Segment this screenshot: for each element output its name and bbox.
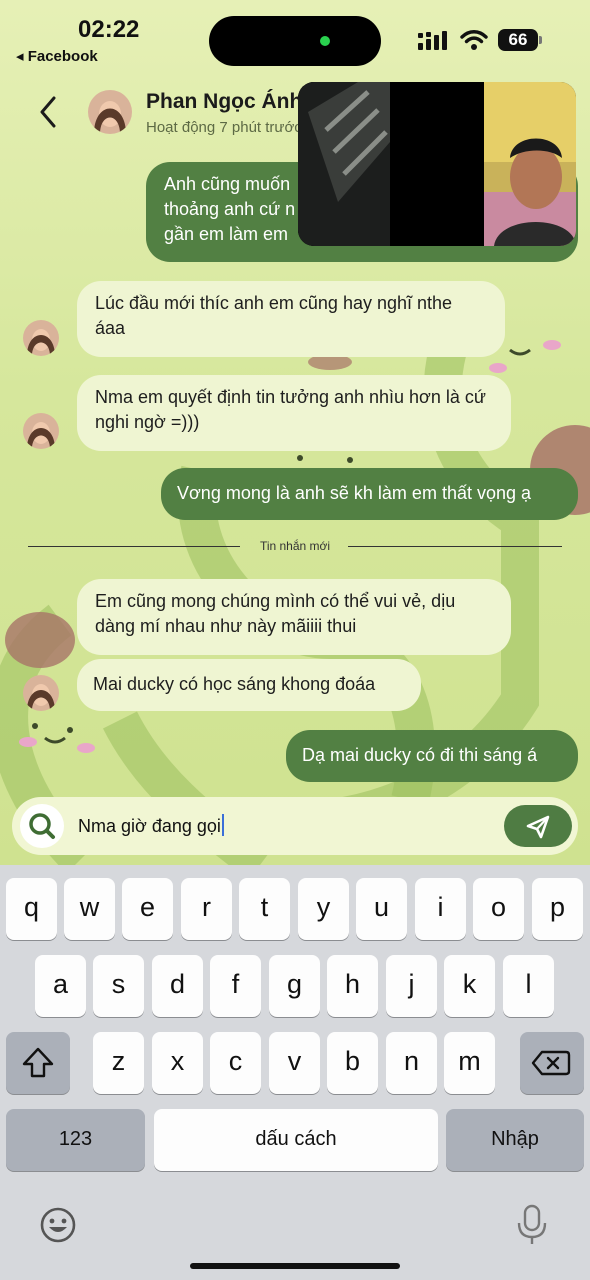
message-text: Em cũng mong chúng mình có thể vui vẻ, d… xyxy=(95,591,456,636)
shift-icon xyxy=(22,1047,54,1078)
clock: 02:22 xyxy=(78,16,140,43)
avatar-photo xyxy=(23,675,59,711)
key-y[interactable]: y xyxy=(298,878,349,940)
key-w[interactable]: w xyxy=(64,878,115,940)
key-v[interactable]: v xyxy=(269,1032,320,1094)
message-text: Dạ mai ducky có đi thi sáng á xyxy=(302,745,538,765)
dictation-button[interactable] xyxy=(514,1203,550,1247)
system-icons: 66 xyxy=(418,28,542,52)
message-text: Vơng mong là anh sẽ kh làm em thất vọng … xyxy=(177,483,532,503)
key-u[interactable]: u xyxy=(356,878,407,940)
key-q[interactable]: q xyxy=(6,878,57,940)
key-l[interactable]: l xyxy=(503,955,554,1017)
home-indicator[interactable] xyxy=(190,1263,400,1269)
message-text: Lúc đầu mới thíc anh em cũng hay nghĩ nt… xyxy=(95,293,453,338)
message-bubble-incoming[interactable]: Nma em quyết định tin tưởng anh nhìu hơn… xyxy=(77,375,511,451)
key-h[interactable]: h xyxy=(327,955,378,1017)
signal-icon xyxy=(418,31,447,50)
return-key[interactable]: Nhập xyxy=(446,1109,584,1171)
shift-key[interactable] xyxy=(6,1032,70,1094)
back-button[interactable] xyxy=(30,92,66,132)
battery-indicator: 66 xyxy=(498,29,542,51)
contact-avatar[interactable] xyxy=(88,90,132,134)
sender-avatar[interactable] xyxy=(23,413,59,449)
contact-active-status: Hoạt động 7 phút trước xyxy=(146,119,302,136)
backspace-key[interactable] xyxy=(520,1032,584,1094)
send-button[interactable] xyxy=(504,805,572,847)
message-bubble-outgoing[interactable]: Vơng mong là anh sẽ kh làm em thất vọng … xyxy=(161,468,578,520)
key-c[interactable]: c xyxy=(210,1032,261,1094)
message-text: Nma em quyết định tin tưởng anh nhìu hơn… xyxy=(95,387,486,432)
key-s[interactable]: s xyxy=(93,955,144,1017)
key-p[interactable]: p xyxy=(532,878,583,940)
key-t[interactable]: t xyxy=(239,878,290,940)
key-k[interactable]: k xyxy=(444,955,495,1017)
message-bubble-incoming[interactable]: Mai ducky có học sáng khong đoáa xyxy=(77,659,421,711)
new-messages-divider: Tin nhắn mới xyxy=(28,537,562,557)
message-bubble-incoming[interactable]: Lúc đầu mới thíc anh em cũng hay nghĩ nt… xyxy=(77,281,505,357)
search-button[interactable] xyxy=(20,804,64,848)
back-to-app-link[interactable]: ◂ Facebook xyxy=(16,47,98,65)
sender-avatar[interactable] xyxy=(23,675,59,711)
key-r[interactable]: r xyxy=(181,878,232,940)
message-bubble-incoming[interactable]: Em cũng mong chúng mình có thể vui vẻ, d… xyxy=(77,579,511,655)
key-d[interactable]: d xyxy=(152,955,203,1017)
key-b[interactable]: b xyxy=(327,1032,378,1094)
avatar-photo xyxy=(23,320,59,356)
avatar-photo xyxy=(23,413,59,449)
microphone-icon xyxy=(517,1204,547,1244)
key-i[interactable]: i xyxy=(415,878,466,940)
avatar-photo xyxy=(88,90,132,134)
key-a[interactable]: a xyxy=(35,955,86,1017)
key-z[interactable]: z xyxy=(93,1032,144,1094)
message-text: Mai ducky có học sáng khong đoáa xyxy=(93,674,376,694)
message-bubble-outgoing[interactable]: Dạ mai ducky có đi thi sáng á xyxy=(286,730,578,782)
video-call-preview[interactable] xyxy=(298,82,576,246)
key-o[interactable]: o xyxy=(473,878,524,940)
key-m[interactable]: m xyxy=(444,1032,495,1094)
search-icon xyxy=(29,813,55,839)
backspace-icon xyxy=(531,1050,571,1076)
key-g[interactable]: g xyxy=(269,955,320,1017)
message-input[interactable]: Nma giờ đang gọi xyxy=(78,814,224,837)
space-key[interactable]: dấu cách xyxy=(154,1109,438,1171)
message-input-value: Nma giờ đang gọi xyxy=(78,816,221,836)
key-f[interactable]: f xyxy=(210,955,261,1017)
wifi-icon xyxy=(460,30,488,50)
send-icon xyxy=(526,815,550,839)
contact-name[interactable]: Phan Ngọc Ánh xyxy=(146,90,302,114)
message-composer: Nma giờ đang gọi xyxy=(12,797,578,855)
dynamic-island xyxy=(209,16,381,66)
key-j[interactable]: j xyxy=(386,955,437,1017)
key-e[interactable]: e xyxy=(122,878,173,940)
key-x[interactable]: x xyxy=(152,1032,203,1094)
text-caret xyxy=(221,814,224,836)
status-bar: 02:22 ◂ Facebook 66 xyxy=(0,0,590,75)
back-chevron-icon xyxy=(40,96,56,128)
back-app-label: Facebook xyxy=(27,48,98,65)
emoji-button[interactable] xyxy=(38,1205,78,1245)
emoji-icon xyxy=(40,1207,76,1243)
camera-indicator-icon xyxy=(320,36,330,46)
divider-label: Tin nhắn mới xyxy=(259,539,331,553)
onscreen-keyboard: q w e r t y u i o p a s d f g h j k l z … xyxy=(0,865,590,1280)
video-frame xyxy=(298,82,576,246)
sender-avatar[interactable] xyxy=(23,320,59,356)
key-n[interactable]: n xyxy=(386,1032,437,1094)
numbers-key[interactable]: 123 xyxy=(6,1109,145,1171)
